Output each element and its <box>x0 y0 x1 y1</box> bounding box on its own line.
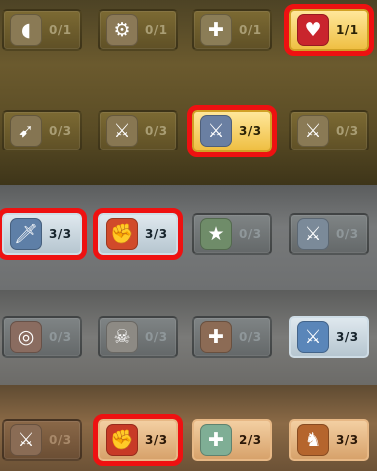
skill-tile[interactable]: ☠ 0/3 <box>98 316 178 358</box>
skill-tile-selected[interactable]: 🗡 3/3 <box>0 208 87 260</box>
sword-shield-icon: ⚔ <box>10 424 42 456</box>
horn-icon: ◖ <box>10 14 42 46</box>
skill-tile[interactable]: ★ 0/3 <box>192 213 272 255</box>
star-plus-icon: ★ <box>200 218 232 250</box>
crossed-swords-troops-icon: ⚔ <box>200 115 232 147</box>
skill-level: 3/3 <box>49 227 72 241</box>
skill-level: 3/3 <box>336 433 359 447</box>
skill-level: 0/1 <box>145 23 168 37</box>
skill-tile[interactable]: ⚔ 0/3 <box>2 419 82 461</box>
skill-level: 3/3 <box>336 330 359 344</box>
skill-tile[interactable]: ✚ 2/3 <box>192 419 272 461</box>
skill-tile[interactable]: ✚ 0/3 <box>192 316 272 358</box>
crossed-swords-troops-icon: ⚔ <box>297 321 329 353</box>
skill-level: 0/3 <box>145 124 168 138</box>
blade-icon: ➹ <box>10 115 42 147</box>
crossed-swords-plus-icon: ⚔ <box>297 218 329 250</box>
skill-tile-selected[interactable]: ⚔ 3/3 <box>187 105 277 157</box>
skill-tile[interactable]: ✚ 0/1 <box>192 9 272 51</box>
skill-tile[interactable]: ◎ 0/3 <box>2 316 82 358</box>
target-icon: ◎ <box>10 321 42 353</box>
skill-tile[interactable]: ⚙ 0/1 <box>98 9 178 51</box>
skill-tile-selected[interactable]: ✊ 3/3 <box>93 414 183 466</box>
skill-level: 3/3 <box>145 433 168 447</box>
skill-level: 1/1 <box>336 23 359 37</box>
skill-level: 3/3 <box>239 124 262 138</box>
skill-level: 0/3 <box>336 124 359 138</box>
skill-tile-selected[interactable]: ♥ 1/1 <box>284 4 374 56</box>
fist-icon: ✊ <box>106 218 138 250</box>
bag-plus-icon: ✚ <box>200 321 232 353</box>
sword-shield-icon: ⚔ <box>106 115 138 147</box>
skill-tile[interactable]: ⚔ 0/3 <box>98 110 178 152</box>
skill-level: 0/3 <box>49 124 72 138</box>
skull-heart-icon: ☠ <box>106 321 138 353</box>
skill-tile[interactable]: ⚔ 3/3 <box>289 316 369 358</box>
skill-tile[interactable]: ➹ 0/3 <box>2 110 82 152</box>
skill-level: 0/1 <box>239 23 262 37</box>
skill-level: 0/1 <box>49 23 72 37</box>
sword-icon: 🗡 <box>10 218 42 250</box>
skill-tile[interactable]: ♞ 3/3 <box>289 419 369 461</box>
skill-tree-icon: ⚙ <box>106 14 138 46</box>
crossed-swords-clock-icon: ⚔ <box>297 115 329 147</box>
skill-level: 2/3 <box>239 433 262 447</box>
skill-tile[interactable]: ⚔ 0/3 <box>289 110 369 152</box>
skill-level: 0/3 <box>49 330 72 344</box>
horse-icon: ♞ <box>297 424 329 456</box>
skill-level: 0/3 <box>336 227 359 241</box>
skill-level: 0/3 <box>145 330 168 344</box>
skill-tile-selected[interactable]: ✊ 3/3 <box>93 208 183 260</box>
skill-level: 0/3 <box>239 227 262 241</box>
skill-level: 0/3 <box>49 433 72 447</box>
skill-tile[interactable]: ⚔ 0/3 <box>289 213 369 255</box>
medal-plus-icon: ✚ <box>200 14 232 46</box>
skill-level: 0/3 <box>239 330 262 344</box>
skill-tile[interactable]: ◖ 0/1 <box>2 9 82 51</box>
heart-icon: ♥ <box>297 14 329 46</box>
map-plus-icon: ✚ <box>200 424 232 456</box>
skill-level: 3/3 <box>145 227 168 241</box>
fist-icon: ✊ <box>106 424 138 456</box>
